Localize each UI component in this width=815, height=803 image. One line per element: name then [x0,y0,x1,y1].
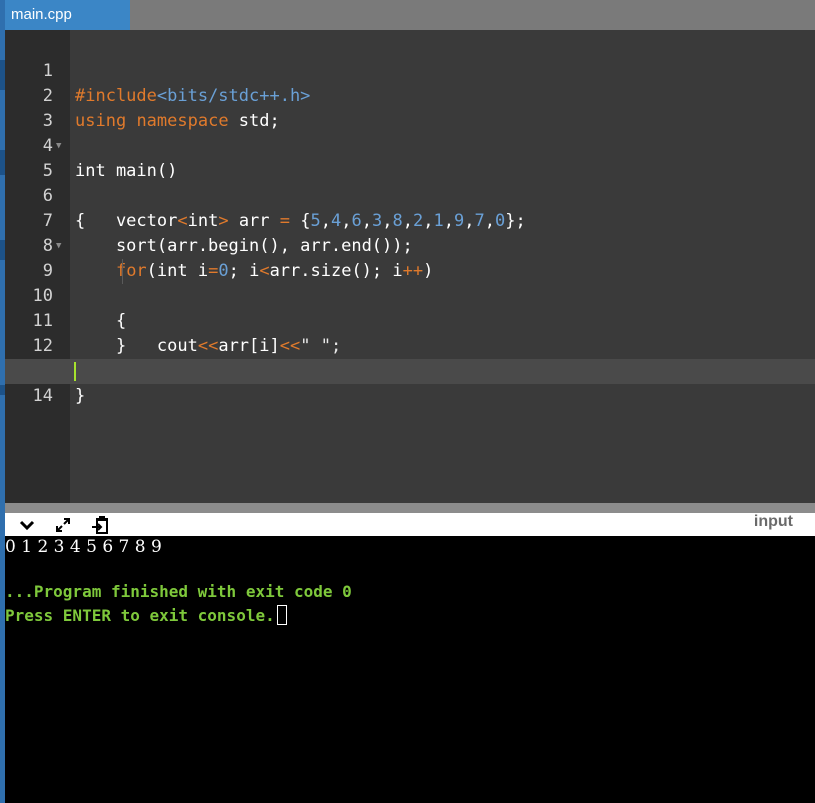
program-output: 0 1 2 3 4 5 6 7 8 9 [5,537,162,557]
console-toolbar: input [5,513,815,536]
code-line: 12 return 0; [5,309,815,381]
code-editor[interactable]: 1 #include<bits/stdc++.h> 2 using namesp… [5,30,815,503]
code-token: } [75,386,86,406]
code-line: 3 [5,84,815,131]
collapse-chevron-icon[interactable] [17,515,37,535]
code-line: 6 vector<int> arr = {5,4,6,3,8,2,1,9,7,0… [5,159,815,231]
terminal-console[interactable]: 0 1 2 3 4 5 6 7 8 9 ...Program finished … [5,536,815,803]
press-enter-text: Press ENTER to exit console. [5,606,275,625]
editor-tab-bar: main.cpp [5,0,815,30]
expand-arrows-icon[interactable] [53,515,73,535]
terminal-cursor [276,605,287,625]
press-enter-line: Press ENTER to exit console. [5,605,287,625]
fold-arrow-icon[interactable]: ▼ [56,234,61,259]
panel-resize-handle[interactable] [5,503,815,513]
exit-status-line: ...Program finished with exit code 0 [5,582,352,601]
line-number: 14 [32,386,53,406]
code-line: 10 cout<<arr[i]<<" "; [5,259,815,356]
code-line: 1 #include<bits/stdc++.h> [5,34,815,106]
code-line: 8 for(int i=0; i<arr.size(); i++) [5,209,815,281]
tab-main-cpp[interactable]: main.cpp [5,0,130,30]
indent-guide [122,259,123,284]
code-line: 2 using namespace std; [5,59,815,131]
code-line: 11 } [5,284,815,356]
code-line: 13 } [5,334,815,406]
input-toggle[interactable]: input [754,513,793,531]
code-lines: 1 #include<bits/stdc++.h> 2 using namesp… [5,34,815,406]
text-cursor [74,362,76,381]
code-line: 4 int main() [5,109,815,181]
code-line: 7 sort(arr.begin(), arr.end()); [5,184,815,256]
code-line: 9 ▼ { [5,234,815,331]
code-line: 5 ▼ { [5,134,815,231]
code-line-active[interactable]: 14 [5,359,815,406]
clipboard-icon[interactable] [90,515,110,535]
fold-arrow-icon[interactable]: ▼ [56,134,61,159]
